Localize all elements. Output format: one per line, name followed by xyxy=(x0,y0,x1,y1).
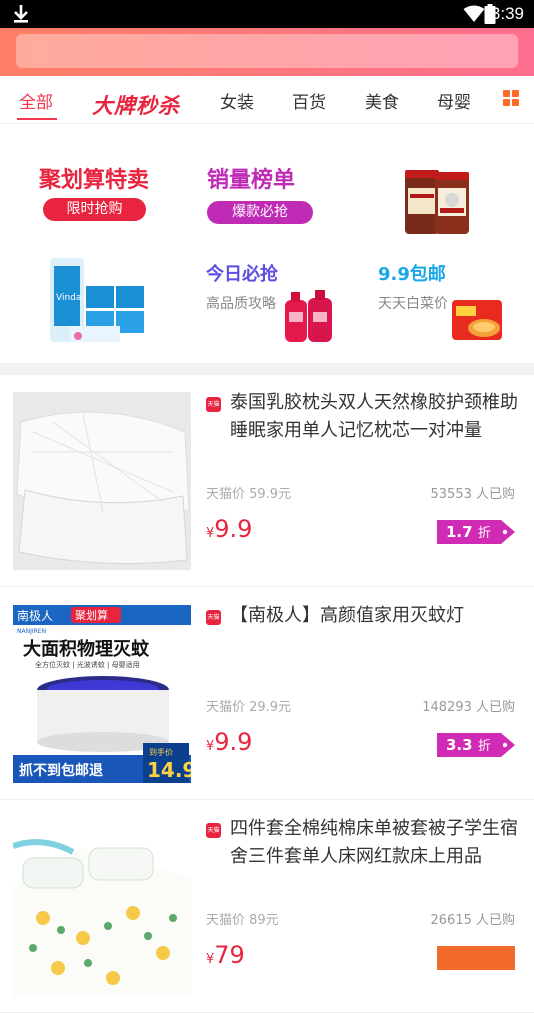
discount-tag: 3.3 折 xyxy=(437,733,515,757)
original-price: 天猫价 59.9元 xyxy=(206,487,292,502)
status-time: 3:39 xyxy=(490,4,524,23)
sales-rank-title: 销量榜单 xyxy=(207,168,296,193)
svg-text:大面积物理灭蚊: 大面积物理灭蚊 xyxy=(23,638,150,660)
product-title: 四件套全棉纯棉床单被套被子学生宿舍三件套单人床网红款床上用品 xyxy=(230,818,518,867)
tmall-badge-icon: 天猫 xyxy=(206,823,221,838)
ju-huasuan-title: 聚划算特卖 xyxy=(39,168,150,193)
product-image-mosquito-lamp: 南极人 聚划算 NANJIREN 大面积物理灭蚊 全方位灭蚊 | 光波诱蚊 | … xyxy=(13,605,191,783)
svg-text:到手价: 到手价 xyxy=(149,747,173,757)
sale-price: ¥79 xyxy=(206,941,245,969)
tab-general[interactable]: 百货 xyxy=(292,88,326,113)
sauce-jars-image xyxy=(405,170,469,234)
snack-bag-image xyxy=(452,300,502,340)
tmall-badge-icon: 天猫 xyxy=(206,610,221,625)
sold-count: 148293 人已购 xyxy=(422,700,515,715)
wifi-icon xyxy=(463,5,485,22)
status-bar: 3:39 xyxy=(0,0,534,28)
tissue-pack-image: Vinda xyxy=(50,258,144,342)
svg-text:Vinda: Vinda xyxy=(56,293,81,303)
detergent-bottles-image xyxy=(285,290,332,342)
svg-text:抓不到包邮退: 抓不到包邮退 xyxy=(19,762,103,779)
today-must-buy-title: 今日必抢 xyxy=(206,264,278,285)
download-icon xyxy=(14,5,28,23)
discount-tag xyxy=(437,946,515,970)
discount-tag: 1.7 折 xyxy=(437,520,515,544)
app-header xyxy=(0,28,534,76)
product-card[interactable]: 南极人 聚划算 NANJIREN 大面积物理灭蚊 全方位灭蚊 | 光波诱蚊 | … xyxy=(0,588,534,800)
product-card[interactable]: 天猫 泰国乳胶枕头双人天然橡胶护颈椎助睡眠家用单人记忆枕芯一对冲量 天猫价 59… xyxy=(0,375,534,587)
hot-item-pill: 爆款必抢 xyxy=(207,201,313,224)
nine-nine-title: 9.9包邮 xyxy=(378,264,446,285)
tab-all[interactable]: 全部 xyxy=(19,88,53,113)
tab-womens[interactable]: 女装 xyxy=(220,88,254,113)
product-card[interactable]: 天猫 四件套全棉纯棉床单被套被子学生宿舍三件套单人床网红款床上用品 天猫价 89… xyxy=(0,801,534,1013)
active-tab-indicator xyxy=(17,118,57,120)
tab-baby[interactable]: 母婴 xyxy=(437,88,471,113)
svg-text:全方位灭蚊 | 光波诱蚊 | 母婴适用: 全方位灭蚊 | 光波诱蚊 | 母婴适用 xyxy=(35,660,140,669)
tab-brand-flash-sale[interactable]: 大牌秒杀 xyxy=(92,90,180,120)
category-tabs: 全部 大牌秒杀 女装 百货 美食 母婴 xyxy=(0,76,534,124)
original-price: 天猫价 89元 xyxy=(206,913,279,928)
tmall-badge-icon: 天猫 xyxy=(206,397,221,412)
original-price: 天猫价 29.9元 xyxy=(206,700,292,715)
svg-text:14.9: 14.9 xyxy=(147,758,191,782)
sale-price: ¥9.9 xyxy=(206,728,253,756)
today-must-buy-subtitle: 高品质攻略 xyxy=(206,296,276,312)
promo-section: 聚划算特卖 限时抢购 销量榜单 爆款必抢 Vinda 今日必抢 高品质攻略 9.… xyxy=(0,124,534,364)
svg-text:南极人: 南极人 xyxy=(17,608,53,623)
product-title: 【南极人】高颜值家用灭蚊灯 xyxy=(230,605,464,626)
limited-time-pill: 限时抢购 xyxy=(43,198,146,221)
svg-text:聚划算: 聚划算 xyxy=(75,608,108,622)
section-divider xyxy=(0,363,534,375)
product-image-pillow xyxy=(13,392,191,570)
product-title: 泰国乳胶枕头双人天然橡胶护颈椎助睡眠家用单人记忆枕芯一对冲量 xyxy=(230,392,518,441)
sale-price: ¥9.9 xyxy=(206,515,253,543)
sold-count: 53553 人已购 xyxy=(430,487,516,502)
tab-food[interactable]: 美食 xyxy=(365,88,399,113)
nine-nine-subtitle: 天天白菜价 xyxy=(378,296,448,312)
grid-menu-icon[interactable] xyxy=(503,90,519,106)
sold-count: 26615 人已购 xyxy=(430,913,516,928)
svg-text:NANJIREN: NANJIREN xyxy=(17,628,46,635)
search-input[interactable] xyxy=(16,34,518,68)
product-image-bedding xyxy=(13,818,191,996)
